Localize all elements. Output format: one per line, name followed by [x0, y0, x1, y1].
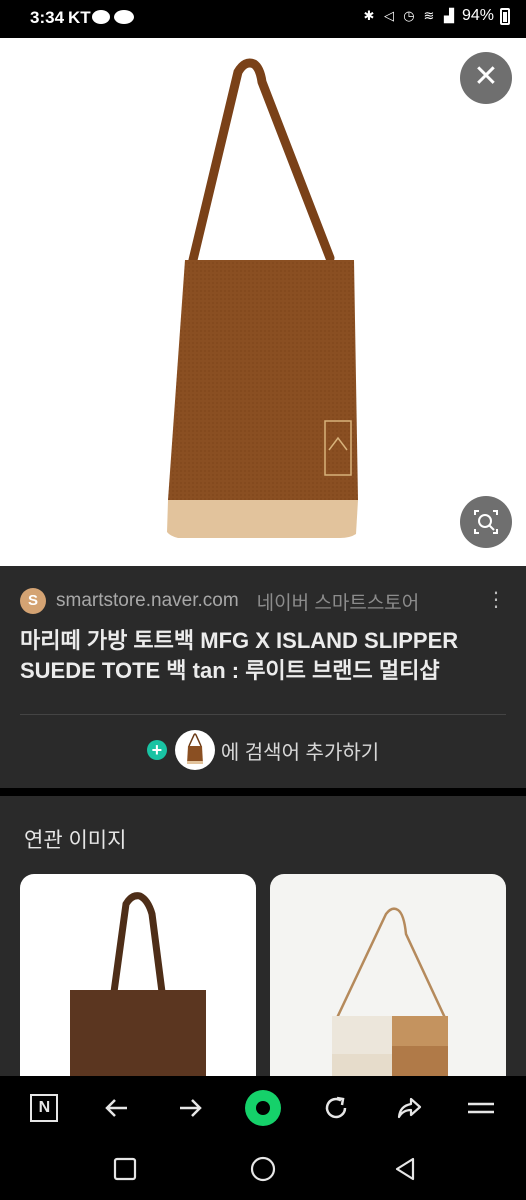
- share-icon: [397, 1097, 421, 1119]
- close-button[interactable]: ✕: [460, 52, 512, 104]
- forward-button[interactable]: [166, 1084, 214, 1132]
- source-row[interactable]: S smartstore.naver.com 네이버 스마트스토어 ⋮: [20, 588, 506, 614]
- more-vertical-icon[interactable]: ⋮: [486, 590, 506, 610]
- forward-arrow-icon: [180, 1099, 202, 1117]
- recents-icon: [113, 1157, 137, 1181]
- result-title[interactable]: 마리떼 가방 토트백 MFG X ISLAND SLIPPER SUEDE TO…: [20, 626, 510, 686]
- status-bar: 3:34 KT ✱ ◁ ◷ ≋ ▟ 94%: [0, 0, 526, 38]
- back-nav-button[interactable]: [390, 1154, 420, 1184]
- refresh-button[interactable]: [312, 1084, 360, 1132]
- status-carrier: KT: [68, 8, 91, 27]
- back-button[interactable]: [93, 1084, 141, 1132]
- related-image-card[interactable]: [20, 874, 256, 1076]
- query-thumbnail: [174, 730, 215, 770]
- image-search-button[interactable]: [460, 496, 512, 548]
- green-dot-button[interactable]: [239, 1084, 287, 1132]
- status-icons: ✱ ◁ ◷ ≋ ▟ 94%: [362, 7, 510, 25]
- plus-icon: +: [146, 740, 167, 760]
- related-image-card[interactable]: [270, 874, 506, 1076]
- share-button[interactable]: [385, 1084, 433, 1132]
- naver-home-icon: N: [30, 1094, 59, 1122]
- status-time: 3:34: [30, 8, 65, 27]
- image-search-icon: [474, 510, 498, 534]
- tote-bag-image: [167, 58, 358, 538]
- signal-icon: ▟: [443, 8, 454, 23]
- system-navigation-bar: [0, 1140, 526, 1200]
- alarm-icon: ◷: [403, 8, 415, 23]
- add-search-term-button[interactable]: + 에 검색어 추가하기: [0, 728, 526, 772]
- source-domain[interactable]: smartstore.naver.com: [56, 590, 239, 612]
- result-info-panel: S smartstore.naver.com 네이버 스마트스토어 ⋮ 마리떼 …: [0, 566, 526, 788]
- wifi-icon: ≋: [423, 8, 435, 23]
- recents-button[interactable]: [110, 1154, 140, 1184]
- divider: [20, 714, 506, 715]
- back-arrow-icon: [105, 1099, 128, 1117]
- site-favicon: S: [20, 588, 46, 614]
- related-images-section: 연관 이미지: [0, 796, 526, 1076]
- chat-notification-icon: [114, 10, 134, 24]
- source-site-name: 네이버 스마트스토어: [256, 592, 420, 614]
- battery-icon: [500, 7, 510, 25]
- home-button[interactable]: [248, 1154, 278, 1184]
- naver-home-button[interactable]: N: [20, 1084, 68, 1132]
- browser-toolbar: N: [0, 1076, 526, 1140]
- related-images-title: 연관 이미지: [24, 829, 127, 852]
- refresh-icon: [325, 1096, 347, 1119]
- menu-icon: [468, 1102, 495, 1114]
- back-triangle-icon: [395, 1157, 415, 1181]
- product-image-viewer[interactable]: ✕: [0, 38, 526, 566]
- green-dot-icon: [244, 1090, 281, 1126]
- talk-notification-icon: [92, 10, 110, 24]
- battery-percent: 94%: [461, 7, 494, 24]
- home-circle-icon: [250, 1156, 276, 1182]
- add-search-label: 에 검색어 추가하기: [220, 741, 380, 764]
- mute-icon: ◁: [383, 8, 394, 23]
- bluetooth-icon: ✱: [363, 8, 375, 23]
- menu-button[interactable]: [457, 1084, 505, 1132]
